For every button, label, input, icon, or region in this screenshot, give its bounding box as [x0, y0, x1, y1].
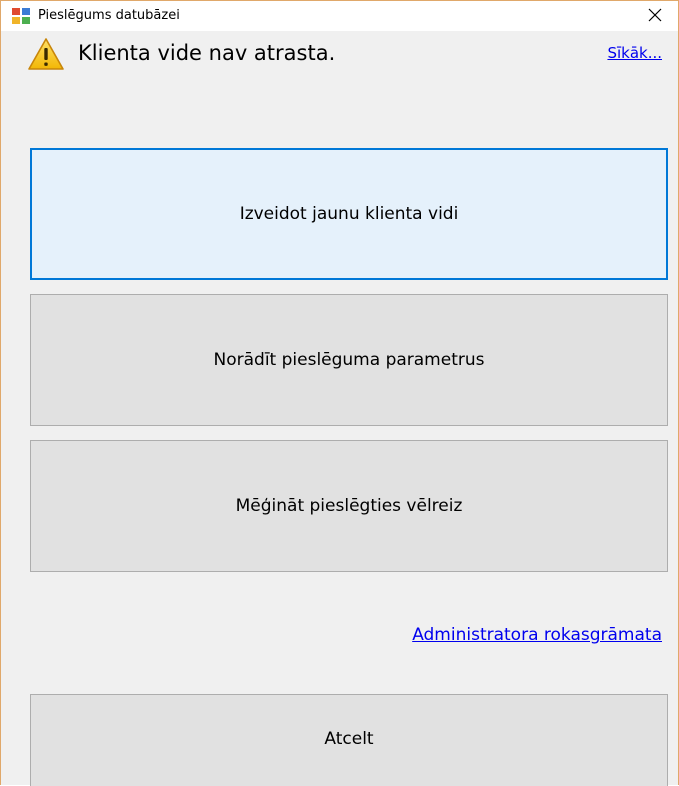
connection-dialog: Pieslēgums datubāzei Klienta vide nav at…: [0, 0, 679, 786]
status-header: Klienta vide nav atrasta. Sīkāk...: [1, 31, 678, 91]
status-message: Klienta vide nav atrasta.: [78, 41, 336, 65]
window-title: Pieslēgums datubāzei: [38, 8, 180, 23]
close-button[interactable]: [632, 1, 678, 31]
admin-manual-link[interactable]: Administratora rokasgrāmata: [412, 622, 662, 648]
details-link[interactable]: Sīkāk...: [607, 42, 662, 64]
close-icon: [648, 7, 662, 26]
retry-connection-button[interactable]: Mēģināt pieslēgties vēlreiz: [30, 440, 668, 572]
title-bar: Pieslēgums datubāzei: [1, 1, 678, 31]
cancel-button[interactable]: Atcelt: [30, 694, 668, 786]
warning-icon: [27, 37, 65, 71]
app-icon: [12, 8, 30, 24]
connection-parameters-button[interactable]: Norādīt pieslēguma parametrus: [30, 294, 668, 426]
create-environment-button[interactable]: Izveidot jaunu klienta vidi: [30, 148, 668, 280]
